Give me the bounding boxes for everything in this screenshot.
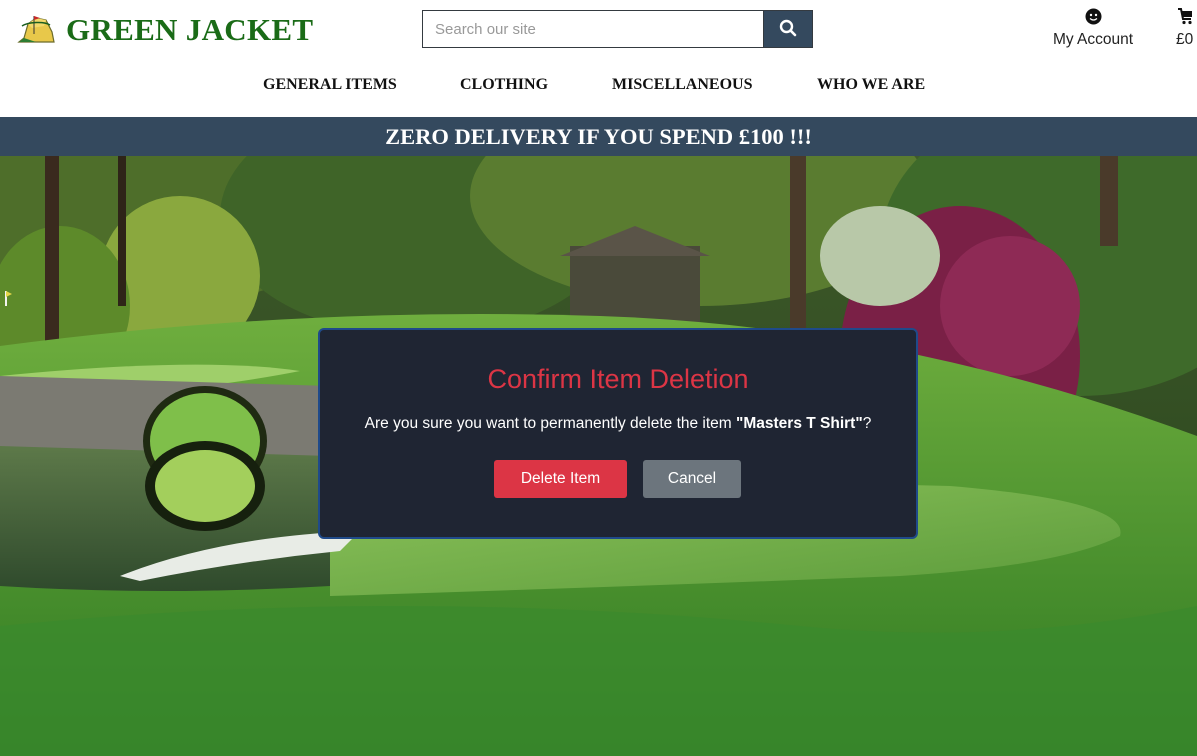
modal-message: Are you sure you want to permanently del… bbox=[320, 415, 916, 433]
confirm-delete-modal: Confirm Item Deletion Are you sure you w… bbox=[318, 328, 918, 539]
modal-message-prefix: Are you sure you want to permanently del… bbox=[364, 415, 737, 432]
nav-item-general-items[interactable]: GENERAL ITEMS bbox=[263, 76, 397, 94]
user-icon bbox=[1085, 8, 1102, 25]
modal-title: Confirm Item Deletion bbox=[487, 364, 749, 394]
site-header: GREEN JACKET My Account bbox=[0, 0, 1197, 117]
brand-name: GREEN JACKET bbox=[66, 12, 314, 47]
masters-logo-icon bbox=[16, 12, 56, 48]
search-form bbox=[422, 10, 813, 48]
bag-total: £0 bbox=[1176, 31, 1194, 48]
brand[interactable]: GREEN JACKET bbox=[16, 10, 313, 50]
nav-item-clothing[interactable]: CLOTHING bbox=[460, 76, 548, 94]
cancel-button[interactable]: Cancel bbox=[643, 460, 741, 498]
main-nav: GENERAL ITEMS CLOTHING MISCELLANEOUS WHO… bbox=[0, 76, 1197, 102]
search-input[interactable] bbox=[423, 11, 763, 47]
shopping-bag-link[interactable]: £0 bbox=[1176, 8, 1197, 49]
my-account-link[interactable]: My Account bbox=[1045, 8, 1141, 49]
nav-item-who-we-are[interactable]: WHO WE ARE bbox=[817, 76, 925, 94]
delivery-banner: ZERO DELIVERY IF YOU SPEND £100 !!! bbox=[0, 117, 1197, 156]
search-button[interactable] bbox=[763, 11, 812, 47]
search-icon bbox=[779, 19, 797, 40]
nav-item-miscellaneous[interactable]: MISCELLANEOUS bbox=[612, 76, 752, 94]
delete-item-button[interactable]: Delete Item bbox=[494, 460, 627, 498]
my-account-label: My Account bbox=[1052, 31, 1134, 48]
delivery-banner-text: ZERO DELIVERY IF YOU SPEND £100 !!! bbox=[385, 123, 812, 149]
modal-item-name: "Masters T Shirt" bbox=[736, 415, 863, 432]
shopping-bag-icon bbox=[1176, 8, 1193, 25]
modal-message-suffix: ? bbox=[862, 415, 872, 432]
